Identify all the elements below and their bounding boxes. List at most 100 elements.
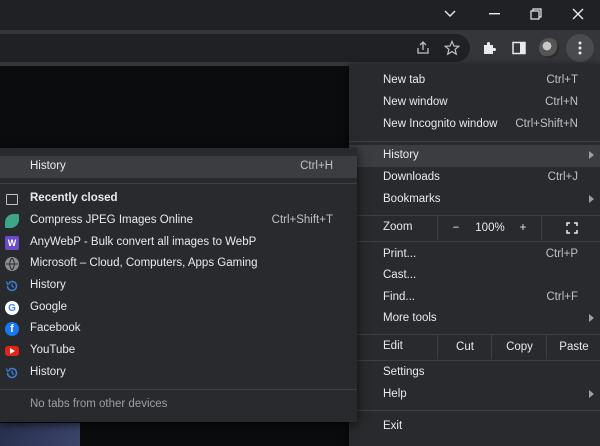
menu-label: Bookmarks [383,193,441,205]
profile-avatar[interactable] [539,38,559,58]
history-entry[interactable]: History [0,275,357,297]
menu-item-bookmarks[interactable]: Bookmarks [349,189,600,211]
menu-shortcut: Ctrl+N [545,96,578,108]
history-entry-label: Facebook [30,322,81,334]
window-icon [6,194,18,205]
paste-label: Paste [559,341,589,353]
close-window-button[interactable] [556,0,600,28]
menu-item-print[interactable]: Print... Ctrl+P [349,244,600,266]
chevron-right-icon [589,195,594,203]
menu-label: Exit [383,420,403,432]
menu-label: History [383,149,419,161]
plus-icon: + [519,222,527,234]
menu-shortcut: Ctrl+T [546,74,578,86]
menu-item-new-incognito[interactable]: New Incognito window Ctrl+Shift+N [349,114,600,136]
webp-favicon-icon: W [5,236,19,250]
menu-label: More tools [383,312,437,324]
menu-item-new-tab[interactable]: New tab Ctrl+T [349,70,600,92]
menu-divider [349,360,600,361]
menu-item-history[interactable]: History [349,145,600,167]
more-button[interactable] [566,34,594,62]
title-bar [0,0,600,30]
menu-item-more-tools[interactable]: More tools [349,308,600,330]
fullscreen-button[interactable] [541,216,600,240]
leaf-icon [5,214,19,228]
recently-closed-label: Recently closed [30,192,118,204]
history-entry[interactable]: Microsoft – Cloud, Computers, Apps Gamin… [0,253,357,275]
zoom-level: 100% [473,216,507,240]
restore-button[interactable] [514,0,558,28]
no-tabs-message: No tabs from other devices [0,394,357,416]
extensions-icon [484,42,496,54]
history-submenu: History Ctrl+H Recently closed Compress … [0,148,357,422]
menu-label: New window [383,96,448,108]
google-icon: G [5,301,19,315]
menu-item-cast[interactable]: Cast... [349,265,600,287]
history-icon [5,279,19,293]
share-icon [417,41,429,54]
side-panel-button[interactable] [507,36,531,60]
history-entry-label: YouTube [30,344,76,356]
share-button[interactable] [411,36,435,60]
history-entry[interactable]: YouTube [0,340,357,362]
history-entry-label: History [30,279,66,291]
menu-item-new-window[interactable]: New window Ctrl+N [349,92,600,114]
history-entry[interactable]: W AnyWebP - Bulk convert all images to W… [0,232,357,254]
zoom-in-button[interactable]: + [507,216,539,240]
page-image-fragment [0,423,80,446]
menu-label: Settings [383,366,425,378]
menu-item-downloads[interactable]: Downloads Ctrl+J [349,167,600,189]
menu-label: Downloads [383,171,440,183]
menu-shortcut: Ctrl+Shift+N [515,118,578,130]
submenu-item-history[interactable]: History Ctrl+H [0,156,357,178]
history-entry-label: Microsoft – Cloud, Computers, Apps Gamin… [30,257,258,269]
menu-shortcut: Ctrl+F [546,291,578,303]
history-entry-shortcut: Ctrl+Shift+T [271,214,333,226]
paste-button[interactable]: Paste [546,335,600,359]
zoom-value: 100% [475,222,505,234]
submenu-shortcut: Ctrl+H [300,160,333,172]
address-bar[interactable] [0,34,470,62]
minimize-icon [488,13,500,15]
chevron-down-icon [444,10,456,17]
history-entry-label: Compress JPEG Images Online [30,214,193,226]
history-entry[interactable]: Compress JPEG Images Online Ctrl+Shift+T [0,210,357,232]
tab-search-button[interactable] [428,0,472,28]
edit-label: Edit [383,340,403,352]
cut-button[interactable]: Cut [437,335,492,359]
minimize-button[interactable] [472,0,516,28]
menu-label: Find... [383,291,415,303]
menu-shortcut: Ctrl+J [547,171,578,183]
history-entry[interactable]: G Google [0,297,357,319]
history-entry[interactable]: History [0,362,357,384]
chrome-menu: New tab Ctrl+T New window Ctrl+N New Inc… [349,64,600,446]
zoom-row: Zoom − 100% + [349,216,600,240]
menu-divider [349,141,600,142]
bookmark-star-icon [444,40,460,56]
submenu-divider [0,183,357,184]
history-entry-label: Google [30,301,68,313]
youtube-icon [5,346,19,356]
submenu-divider [0,389,357,390]
menu-item-exit[interactable]: Exit [349,416,600,438]
menu-label: Help [383,388,407,400]
side-panel-icon [512,41,526,55]
menu-divider [349,410,600,411]
bookmark-button[interactable] [440,36,464,60]
menu-item-find[interactable]: Find... Ctrl+F [349,287,600,309]
menu-label: Cast... [383,269,417,281]
history-entry-label: AnyWebP - Bulk convert all images to Web… [30,236,257,248]
copy-label: Copy [506,341,533,353]
restore-icon [530,8,542,20]
extensions-button[interactable] [477,36,501,60]
cut-label: Cut [456,341,474,353]
recently-closed-header: Recently closed [0,188,357,210]
copy-button[interactable]: Copy [491,335,547,359]
more-icon [578,41,582,55]
menu-item-settings[interactable]: Settings [349,362,600,384]
zoom-out-button[interactable]: − [437,216,474,240]
menu-item-help[interactable]: Help [349,384,600,406]
menu-divider [349,241,600,242]
history-entry[interactable]: f Facebook [0,318,357,340]
zoom-label: Zoom [383,221,413,233]
